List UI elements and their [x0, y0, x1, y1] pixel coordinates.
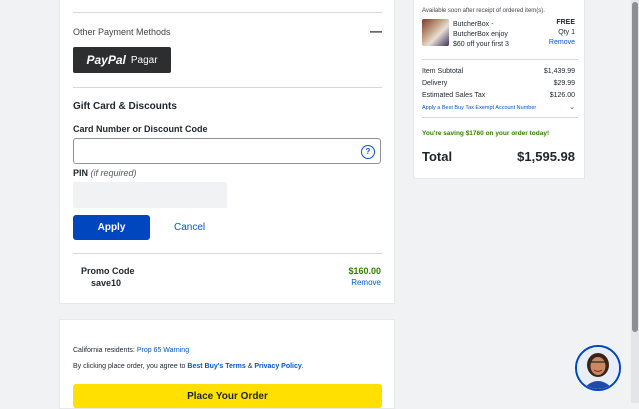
chevron-down-icon[interactable]: ⌄: [569, 103, 575, 111]
place-order-button[interactable]: Place Your Order: [73, 384, 382, 408]
ca-residents-label: California residents:: [73, 347, 135, 354]
divider: [73, 12, 382, 13]
scrollbar-thumb[interactable]: [632, 2, 638, 332]
cancel-link[interactable]: Cancel: [174, 222, 205, 233]
item-price: FREE: [556, 19, 575, 26]
promo-amount: $160.00: [348, 266, 381, 276]
item-title-line: ButcherBox -: [453, 21, 494, 28]
divider: [73, 253, 382, 254]
promo-code-value: save10: [91, 278, 122, 288]
tax-exempt-link[interactable]: Apply a Best Buy Tax Exempt Account Numb…: [422, 105, 536, 111]
terms-link[interactable]: Best Buy's Terms: [187, 363, 245, 370]
divider: [73, 87, 382, 88]
tax-label: Estimated Sales Tax: [422, 92, 486, 99]
paypal-action-label: Pagar: [130, 54, 158, 66]
promo-code-label: Promo Code: [81, 266, 135, 276]
gift-card-heading: Gift Card & Discounts: [73, 101, 177, 112]
chat-agent-avatar[interactable]: [575, 345, 621, 391]
pin-input[interactable]: [73, 182, 227, 208]
terms-prefix: By clicking place order, you agree to: [73, 363, 188, 370]
place-order-card: California residents: Prop 65 Warning By…: [59, 319, 395, 409]
pin-hint: (if required): [90, 168, 137, 178]
apply-button[interactable]: Apply: [73, 215, 150, 240]
item-remove-link[interactable]: Remove: [549, 39, 575, 46]
item-title-line: ButcherBox enjoy: [453, 31, 508, 38]
total-value: $1,595.98: [517, 149, 575, 164]
prop65-link[interactable]: Prop 65 Warning: [137, 347, 189, 354]
item-subtotal-label: Item Subtotal: [422, 68, 464, 75]
delivery-label: Delivery: [422, 80, 448, 87]
total-label: Total: [422, 149, 453, 164]
paypal-button[interactable]: PayPal Pagar: [73, 47, 171, 73]
help-icon[interactable]: ?: [361, 145, 375, 159]
page-scrollbar[interactable]: [631, 0, 639, 403]
divider: [422, 117, 578, 118]
divider: [422, 59, 578, 60]
payment-card: Other Payment Methods — PayPal Pagar Gif…: [59, 0, 395, 304]
delivery-value: $29.99: [553, 80, 575, 87]
card-number-label: Card Number or Discount Code: [73, 124, 208, 134]
agent-portrait-icon: [577, 347, 619, 389]
tax-value: $126.00: [549, 92, 575, 99]
collapse-icon[interactable]: —: [370, 24, 382, 38]
card-number-input[interactable]: ?: [73, 138, 381, 164]
terms-agreement: By clicking place order, you agree to Be…: [73, 363, 304, 370]
item-subtotal-value: $1,439.99: [543, 68, 575, 75]
savings-message: You're saving $1760 on your order today!: [422, 130, 550, 137]
item-title-line: $60 off your first 3: [453, 41, 509, 48]
paypal-logo: PayPal: [86, 53, 126, 67]
item-title[interactable]: ButcherBox - ButcherBox enjoy $60 off yo…: [453, 20, 509, 50]
terms-period: .: [301, 363, 304, 370]
pin-label-row: PIN (if required): [73, 168, 137, 178]
butcherbox-thumbnail: [422, 19, 449, 46]
availability-note: Available soon after receipt of ordered …: [422, 8, 545, 14]
promo-remove-link[interactable]: Remove: [351, 278, 381, 287]
order-summary-card: Available soon after receipt of ordered …: [413, 0, 585, 179]
other-payment-methods-label: Other Payment Methods: [73, 27, 171, 37]
pin-label: PIN: [73, 168, 89, 178]
item-qty: Qty 1: [558, 29, 575, 36]
ca-residents-row: California residents: Prop 65 Warning: [73, 347, 189, 354]
privacy-link[interactable]: Privacy Policy: [254, 363, 301, 370]
